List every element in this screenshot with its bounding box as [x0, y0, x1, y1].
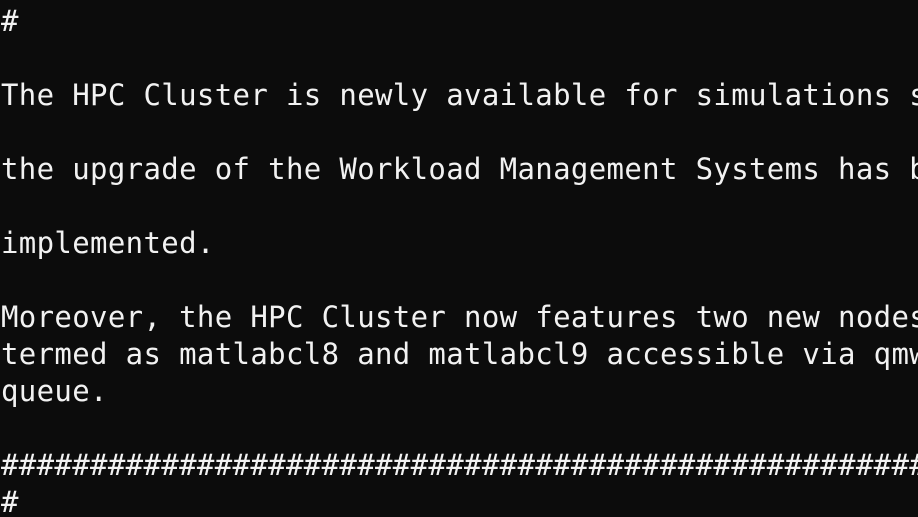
terminal-line-12 — [1, 410, 918, 447]
terminal-line-2 — [1, 40, 918, 77]
terminal-line-4 — [1, 114, 918, 151]
terminal-line-3: The HPC Cluster is newly available for s… — [1, 78, 918, 112]
terminal-line-5: the upgrade of the Workload Management S… — [1, 152, 918, 186]
terminal-window[interactable]: # The HPC Cluster is newly available for… — [0, 0, 918, 517]
terminal-line-7: implemented. — [1, 226, 215, 260]
terminal-line-14: # — [1, 485, 19, 517]
terminal-line-1: # — [1, 4, 19, 38]
terminal-line-8 — [1, 262, 918, 299]
terminal-line-13: ########################################… — [1, 448, 918, 482]
terminal-line-9: Moreover, the HPC Cluster now features t… — [1, 300, 918, 334]
terminal-line-6 — [1, 188, 918, 225]
terminal-line-11: queue. — [1, 374, 108, 408]
terminal-line-10: termed as matlabcl8 and matlabcl9 access… — [1, 337, 918, 371]
